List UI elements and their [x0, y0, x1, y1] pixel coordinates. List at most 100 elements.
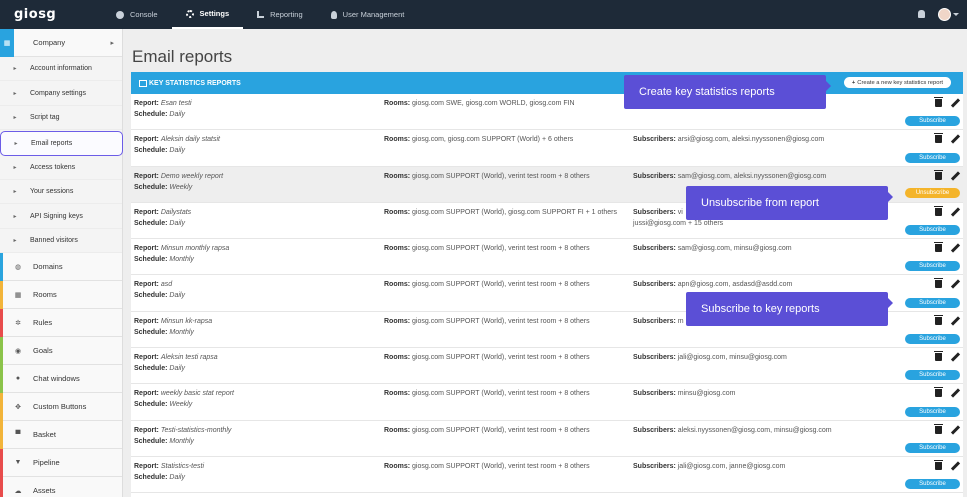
giosg-logo[interactable]: giosg	[14, 7, 102, 22]
nav-reporting[interactable]: Reporting	[243, 0, 317, 29]
trash-icon[interactable]	[934, 97, 943, 107]
sidebar-item-script-tag[interactable]: ▸ Script tag	[0, 106, 122, 131]
sidebar-item-company-settings[interactable]: ▸ Company settings	[0, 81, 122, 106]
schedule-line: Schedule: Daily	[134, 472, 374, 483]
sidebar-section-label: Goals	[33, 346, 53, 356]
pencil-icon[interactable]	[950, 134, 961, 144]
report-name[interactable]: Minsun kk-rapsa	[161, 318, 212, 325]
schedule-label: Schedule:	[134, 183, 168, 191]
sidebar-item-banned-visitors[interactable]: ▸ Banned visitors	[0, 229, 122, 254]
plus-icon: +	[851, 79, 856, 86]
schedule-label: Schedule:	[134, 401, 168, 409]
rooms-cell: Rooms: giosg.com SUPPORT (World), verint…	[384, 388, 624, 399]
sidebar-item-email-reports[interactable]: ▸ Email reports	[0, 131, 123, 156]
subscribe-button[interactable]: Subscribe	[905, 261, 960, 272]
trash-icon[interactable]	[934, 314, 943, 325]
trash-icon[interactable]	[934, 278, 943, 289]
unsubscribe-button[interactable]: Unsubscribe	[905, 187, 960, 198]
report-name-line: Report: Statistics-testi	[134, 461, 374, 472]
report-label: Report:	[134, 100, 159, 107]
subscribe-button[interactable]: Subscribe	[905, 297, 960, 308]
rooms-cell: Rooms: giosg.com SUPPORT (World), verint…	[384, 243, 624, 254]
pencil-icon[interactable]	[950, 207, 961, 217]
subscribe-button[interactable]: Subscribe	[905, 406, 960, 417]
create-report-button[interactable]: + Create a new key statistics report	[843, 77, 951, 88]
subscribe-button[interactable]: Subscribe	[905, 479, 960, 490]
pencil-icon[interactable]	[950, 425, 961, 435]
nav-console[interactable]: Console	[102, 0, 172, 29]
trash-icon[interactable]	[934, 459, 943, 470]
schedule-value: Weekly	[169, 183, 193, 191]
schedule-line: Schedule: Daily	[134, 290, 374, 301]
report-name[interactable]: Aleksin testi rapsa	[161, 354, 218, 361]
pencil-icon[interactable]	[950, 352, 961, 362]
sidebar-section-rules[interactable]: ✲ Rules	[0, 308, 122, 338]
sidebar-section-goals[interactable]: ◉ Goals	[0, 336, 122, 366]
report-name[interactable]: asd	[161, 281, 172, 288]
sidebar-section-chat-windows[interactable]: ● Chat windows	[0, 364, 122, 394]
sidebar-item-your-sessions[interactable]: ▸ Your sessions	[0, 180, 122, 205]
sidebar-item-account-information[interactable]: ▸ Account information	[0, 57, 122, 82]
sidebar-item-access-tokens[interactable]: ▸ Access tokens	[0, 156, 122, 180]
trash-icon[interactable]	[934, 423, 943, 434]
sidebar-section-pipeline[interactable]: ▼ Pipeline	[0, 448, 122, 478]
report-name[interactable]: Demo weekly report	[161, 173, 223, 180]
report-name[interactable]: weekly basic stat report	[161, 390, 234, 397]
schedule-line: Schedule: Daily	[134, 363, 374, 374]
pencil-icon[interactable]	[950, 170, 961, 181]
subscribe-button[interactable]: Subscribe	[905, 334, 960, 345]
report-name[interactable]: Statistics-testi	[161, 463, 204, 470]
user-avatar[interactable]	[938, 8, 951, 21]
report-name[interactable]: Dailystats	[161, 209, 191, 216]
sidebar-section-rooms[interactable]: ▦ Rooms	[0, 280, 122, 310]
pencil-icon[interactable]	[950, 388, 961, 398]
building-icon: ▦	[0, 28, 14, 57]
pencil-icon[interactable]	[950, 316, 961, 326]
rooms-value: giosg.com SUPPORT (World), verint test r…	[412, 354, 590, 362]
subscribers-cell: Subscribers: apn@giosg.com, asdasd@asdd.…	[633, 279, 873, 290]
schedule-value: Daily	[169, 365, 185, 373]
subscribers-label: Subscribers:	[633, 354, 676, 362]
subscribe-button[interactable]: Subscribe	[905, 116, 960, 127]
pencil-icon[interactable]	[950, 243, 961, 253]
trash-icon[interactable]	[934, 387, 943, 398]
trash-icon[interactable]	[934, 351, 943, 362]
trash-icon[interactable]	[934, 169, 943, 180]
subscribers-value: jali@giosg.com, minsu@giosg.com	[677, 354, 787, 362]
sidebar-item-api-signing-keys[interactable]: ▸ API Signing keys	[0, 204, 122, 229]
notifications-bell-icon[interactable]	[918, 10, 925, 18]
nav-settings[interactable]: Settings	[171, 0, 244, 29]
cogs-icon: ✲	[15, 319, 21, 327]
sidebar-company[interactable]: ▦ Company ▸	[0, 28, 122, 57]
schedule-line: Schedule: Daily	[134, 218, 374, 229]
rooms-label: Rooms:	[384, 172, 411, 180]
subscribe-button[interactable]: Subscribe	[905, 370, 960, 381]
rooms-cell: Rooms: giosg.com SUPPORT (World), verint…	[384, 316, 624, 327]
report-name[interactable]: Esan testi	[161, 100, 192, 107]
subscribe-button[interactable]: Subscribe	[905, 225, 960, 236]
pencil-icon[interactable]	[950, 461, 961, 471]
sidebar-section-domains[interactable]: ◍ Domains	[0, 252, 122, 282]
pencil-icon[interactable]	[950, 98, 961, 108]
sidebar-section-basket[interactable]: ▀ Basket	[0, 420, 122, 450]
trash-icon[interactable]	[934, 133, 943, 144]
schedule-line: Schedule: Daily	[134, 145, 374, 156]
callout-unsubscribe-text: Unsubscribe from report	[701, 197, 819, 209]
subscribe-button[interactable]: Subscribe	[905, 152, 960, 163]
schedule-line: Schedule: Monthly	[134, 327, 374, 338]
nav-user-management[interactable]: User Management	[317, 0, 419, 29]
trash-icon[interactable]	[934, 205, 943, 216]
sidebar-section-assets[interactable]: ☁ Assets	[0, 476, 122, 497]
report-label: Report:	[134, 354, 159, 362]
report-name[interactable]: Minsun monthly rapsa	[161, 245, 229, 252]
report-name[interactable]: Testi-statistics-monthly	[161, 427, 232, 434]
sidebar-section-custom-buttons[interactable]: ✥ Custom Buttons	[0, 392, 122, 422]
trash-icon[interactable]	[934, 242, 943, 253]
rooms-label: Rooms:	[384, 390, 411, 398]
pencil-icon[interactable]	[950, 279, 961, 290]
chevron-down-icon[interactable]	[953, 13, 959, 16]
report-name[interactable]: Aleksin daily statsit	[161, 136, 220, 143]
cloud-icon: ☁	[14, 487, 22, 495]
subscribe-button[interactable]: Subscribe	[905, 442, 960, 453]
schedule-label: Schedule:	[134, 365, 168, 373]
